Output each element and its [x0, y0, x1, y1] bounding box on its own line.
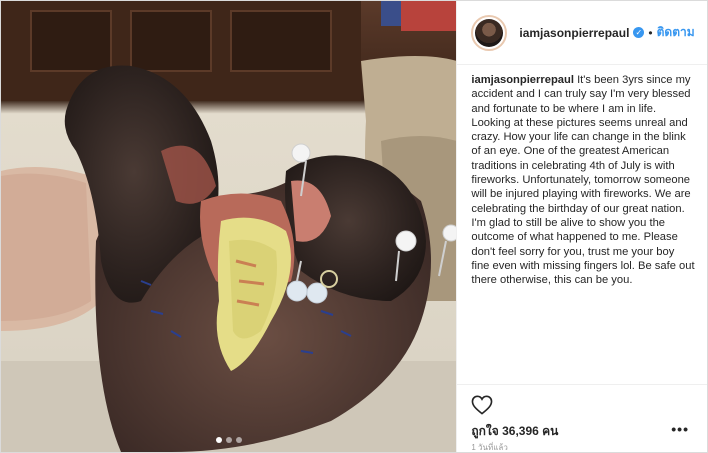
verified-badge-icon: ✓ [633, 27, 645, 38]
carousel-dot[interactable] [235, 437, 242, 443]
post-header: iamjasonpierrepaul ✓ • ติดตาม [457, 1, 707, 65]
avatar-image [475, 18, 504, 47]
carousel-indicator [1, 437, 456, 443]
carousel-dot[interactable] [225, 437, 232, 443]
follow-button[interactable]: ติดตาม [657, 23, 695, 42]
likes-count[interactable]: ถูกใจ 36,396 คน [471, 422, 558, 441]
post-caption: iamjasonpierrepaul It's been 3yrs since … [457, 65, 707, 384]
instagram-post: iamjasonpierrepaul ✓ • ติดตาม iamjasonpi… [0, 0, 708, 453]
heart-icon[interactable] [471, 395, 493, 415]
more-options-icon[interactable]: ••• [671, 421, 689, 437]
caption-text: It's been 3yrs since my accident and I c… [471, 74, 695, 287]
post-photo [1, 1, 457, 452]
post-timestamp: 1 วันที่แล้ว [471, 443, 508, 452]
avatar[interactable] [471, 14, 508, 51]
carousel-dot[interactable] [215, 437, 222, 443]
caption-username-link[interactable]: iamjasonpierrepaul [471, 74, 574, 86]
post-media[interactable] [1, 1, 457, 452]
post-actions: ถูกใจ 36,396 คน ••• 1 วันที่แล้ว [457, 384, 707, 452]
post-sidebar: iamjasonpierrepaul ✓ • ติดตาม iamjasonpi… [456, 1, 707, 452]
username-link[interactable]: iamjasonpierrepaul [519, 26, 629, 40]
header-separator: • [648, 25, 653, 40]
